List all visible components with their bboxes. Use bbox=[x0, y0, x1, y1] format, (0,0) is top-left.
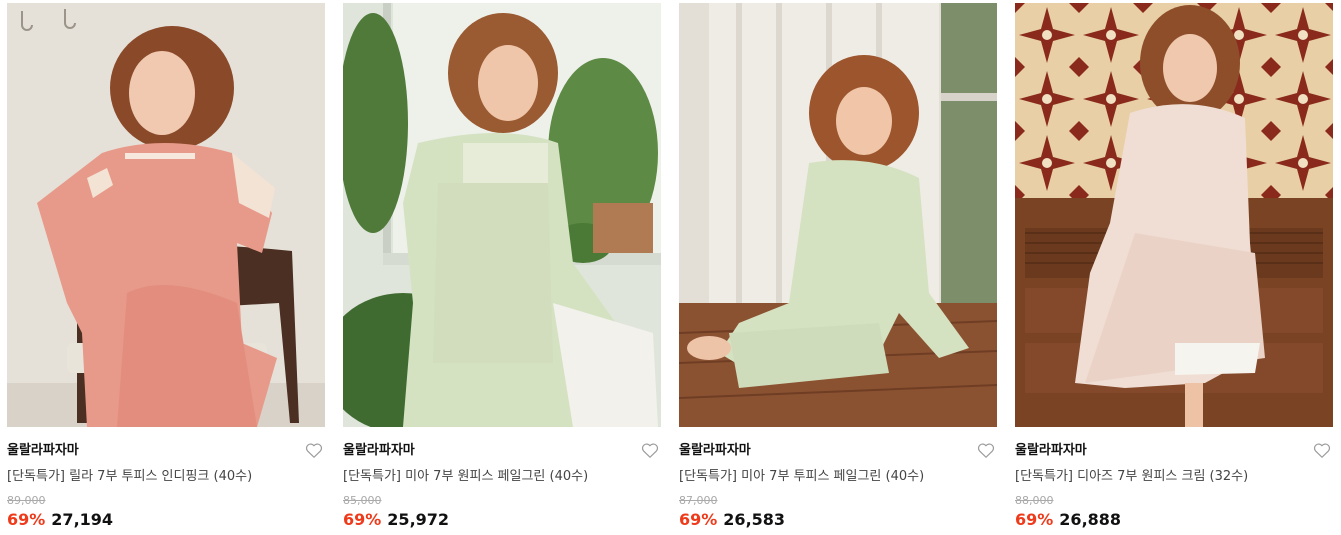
discount-rate: 69% bbox=[343, 510, 382, 529]
original-price: 88,000 bbox=[1015, 494, 1054, 507]
original-price: 87,000 bbox=[679, 494, 718, 507]
discount-rate: 69% bbox=[679, 510, 718, 529]
original-price: 85,000 bbox=[343, 494, 382, 507]
product-card[interactable]: 울랄라파자마 [단독특가] 미아 7부 투피스 페일그린 (40수) 87,00… bbox=[679, 3, 997, 535]
brand-name[interactable]: 울랄라파자마 bbox=[679, 443, 997, 459]
price-line: 69% 27,194 bbox=[7, 510, 325, 530]
product-title[interactable]: [단독특가] 미아 7부 원피스 페일그린 (40수) bbox=[343, 469, 661, 485]
price-line: 69% 26,583 bbox=[679, 510, 997, 530]
sale-price: 26,888 bbox=[1059, 510, 1122, 529]
heart-outline-icon[interactable] bbox=[641, 442, 659, 459]
product-card[interactable]: 울랄라파자마 [단독특가] 디아즈 7부 원피스 크림 (32수) 88,000… bbox=[1015, 3, 1333, 535]
price-line: 69% 26,888 bbox=[1015, 510, 1333, 530]
heart-outline-icon[interactable] bbox=[1313, 442, 1331, 459]
sale-price: 27,194 bbox=[51, 510, 114, 529]
sale-price: 25,972 bbox=[387, 510, 450, 529]
product-title[interactable]: [단독특가] 미아 7부 투피스 페일그린 (40수) bbox=[679, 469, 997, 485]
product-card[interactable]: 울랄라파자마 [단독특가] 미아 7부 원피스 페일그린 (40수) 85,00… bbox=[343, 3, 661, 535]
price-line: 69% 25,972 bbox=[343, 510, 661, 530]
brand-name[interactable]: 울랄라파자마 bbox=[343, 443, 661, 459]
discount-rate: 69% bbox=[7, 510, 46, 529]
discount-rate: 69% bbox=[1015, 510, 1054, 529]
sale-price: 26,583 bbox=[723, 510, 786, 529]
product-image[interactable] bbox=[679, 3, 997, 427]
brand-name[interactable]: 울랄라파자마 bbox=[7, 443, 325, 459]
product-title[interactable]: [단독특가] 디아즈 7부 원피스 크림 (32수) bbox=[1015, 469, 1333, 485]
heart-outline-icon[interactable] bbox=[977, 442, 995, 459]
product-grid: 울랄라파자마 [단독특가] 릴라 7부 투피스 인디핑크 (40수) 89,00… bbox=[0, 0, 1341, 535]
product-image[interactable] bbox=[1015, 3, 1333, 427]
product-card[interactable]: 울랄라파자마 [단독특가] 릴라 7부 투피스 인디핑크 (40수) 89,00… bbox=[7, 3, 325, 535]
product-image[interactable] bbox=[7, 3, 325, 427]
heart-outline-icon[interactable] bbox=[305, 442, 323, 459]
brand-name[interactable]: 울랄라파자마 bbox=[1015, 443, 1333, 459]
original-price: 89,000 bbox=[7, 494, 46, 507]
product-title[interactable]: [단독특가] 릴라 7부 투피스 인디핑크 (40수) bbox=[7, 469, 325, 485]
product-image[interactable] bbox=[343, 3, 661, 427]
